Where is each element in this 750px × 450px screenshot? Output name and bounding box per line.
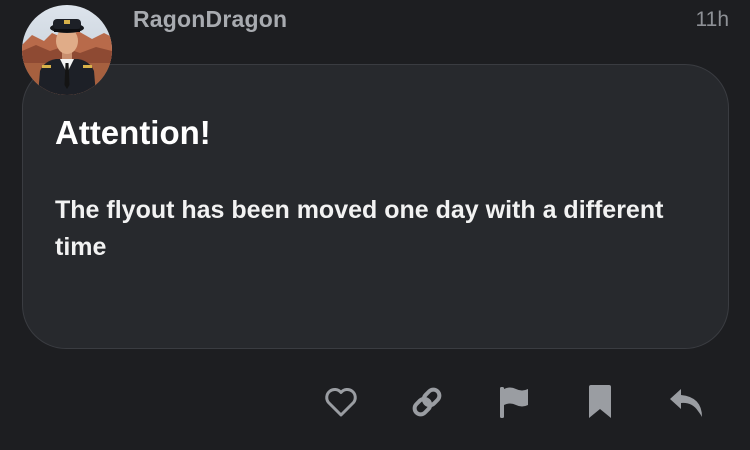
post-body-text: The flyout has been moved one day with a… [55, 196, 664, 261]
heart-icon [325, 388, 357, 417]
post-content-card: Attention! The flyout has been moved one… [22, 64, 729, 349]
bookmark-icon [589, 385, 611, 418]
bookmark-button[interactable] [582, 384, 618, 420]
post-timestamp[interactable]: 11h [696, 8, 729, 32]
post-author-name[interactable]: RagonDragon [133, 6, 287, 33]
user-avatar[interactable] [22, 5, 112, 95]
flag-button[interactable] [496, 384, 532, 420]
reply-button[interactable] [668, 384, 704, 420]
link-icon [412, 387, 442, 417]
post-heading: Attention! [55, 114, 211, 151]
post-actions-bar [0, 384, 750, 420]
pilot-avatar-icon [22, 5, 112, 95]
like-button[interactable] [323, 384, 359, 420]
flag-icon [500, 387, 528, 418]
reply-icon [670, 389, 702, 417]
copy-link-button[interactable] [409, 384, 445, 420]
